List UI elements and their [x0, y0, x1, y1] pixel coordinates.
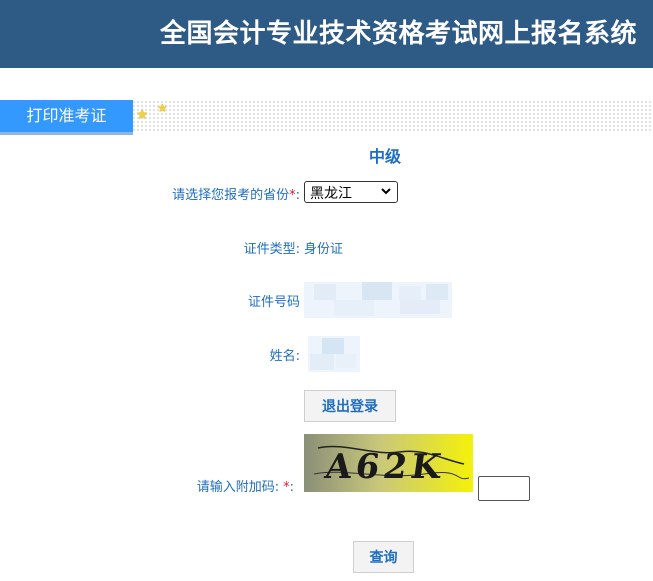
captcha-text: A62K: [322, 447, 448, 487]
exam-level-title: 中级: [368, 147, 401, 166]
tab-print-admission[interactable]: 打印准考证: [0, 100, 133, 132]
id-type-label: 证件类型:: [243, 242, 300, 257]
star-icon: ★: [157, 101, 168, 115]
chevron-down-icon: [381, 188, 391, 195]
id-number-label: 证件号码: [247, 295, 300, 310]
logout-button[interactable]: 退出登录: [304, 390, 396, 422]
header-bar: 全国会计专业技术资格考试网上报名系统: [0, 0, 653, 68]
province-select[interactable]: 黑龙江: [304, 181, 398, 203]
id-number-value-redacted: [304, 282, 452, 318]
query-button[interactable]: 查询: [353, 541, 414, 573]
name-value-redacted: [308, 336, 360, 372]
system-title: 全国会计专业技术资格考试网上报名系统: [159, 19, 637, 49]
captcha-label: 请输入附加码: *:: [196, 480, 294, 495]
star-icon: ★: [136, 107, 149, 123]
captcha-input[interactable]: [478, 476, 530, 501]
tab-shadow: [0, 132, 133, 135]
province-select-value: 黑龙江: [310, 186, 352, 202]
province-label: 请选择您报考的省份*:: [172, 188, 300, 203]
name-label: 姓名:: [269, 349, 300, 364]
id-type-value: 身份证: [304, 242, 344, 257]
captcha-image: A62K: [304, 434, 473, 492]
